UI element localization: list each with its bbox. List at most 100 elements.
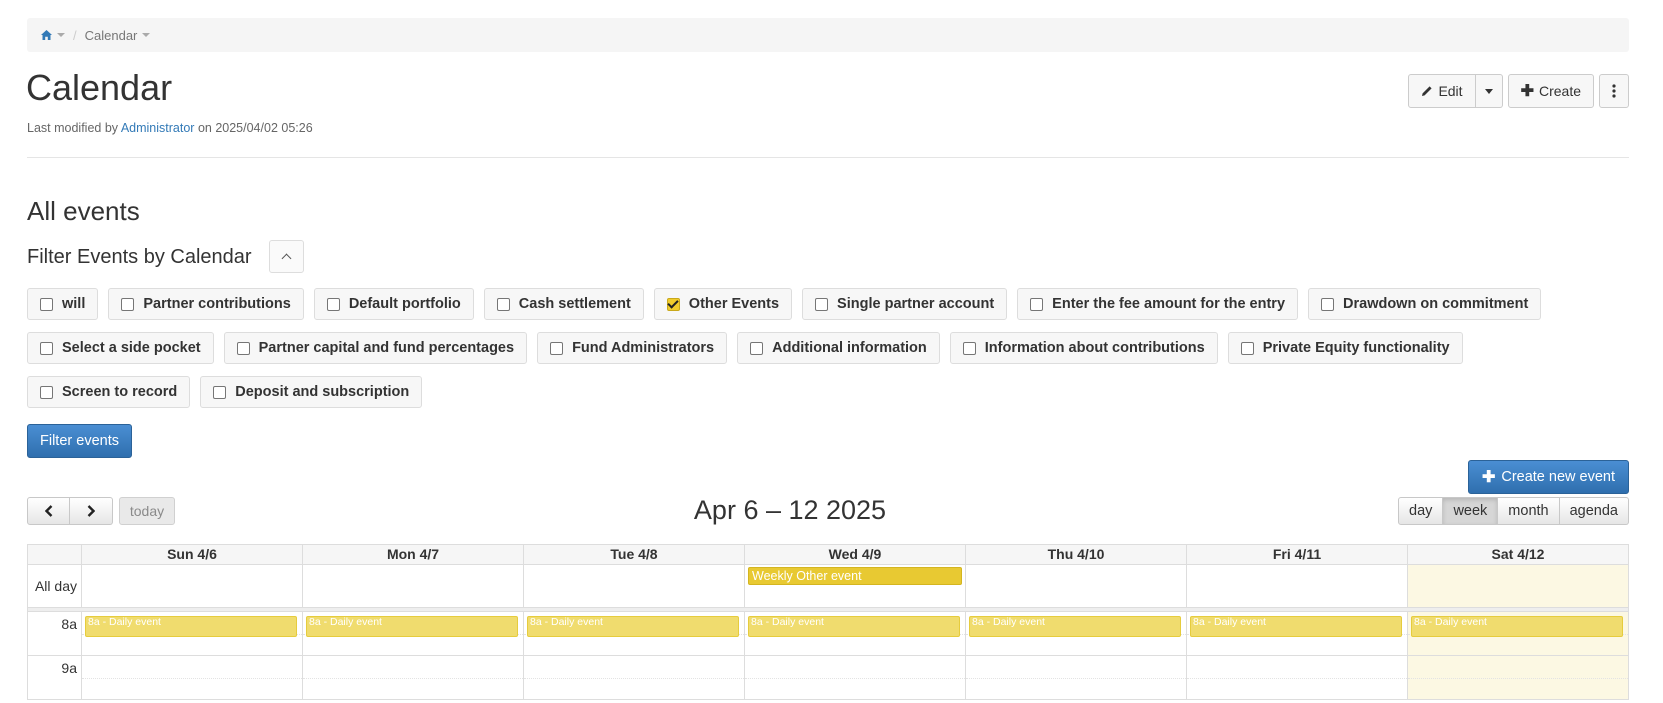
allday-cell[interactable] (1407, 565, 1628, 607)
calendar-filter-option[interactable]: Partner capital and fund percentages (223, 332, 528, 364)
time-slot-cell[interactable]: 8a - Daily event (744, 612, 965, 655)
chevron-down-icon[interactable] (57, 33, 65, 37)
calendar-filter-label: Additional information (772, 340, 927, 356)
daily-event[interactable]: 8a - Daily event (85, 616, 297, 637)
edit-dropdown-toggle[interactable] (1475, 74, 1503, 108)
plus-icon: ✚ (1520, 83, 1534, 100)
calendar-checkbox[interactable] (496, 297, 510, 311)
calendar-checkbox[interactable] (40, 341, 53, 355)
calendar-filter-label: Information about contributions (984, 340, 1205, 356)
allday-cell[interactable] (302, 565, 523, 607)
calendar-filter-option[interactable]: Screen to record (27, 376, 191, 408)
calendar-checkbox[interactable] (1240, 341, 1254, 355)
time-slot-cell[interactable] (81, 656, 302, 699)
time-label: 9a (61, 660, 77, 676)
calendar-checkbox[interactable] (962, 341, 976, 355)
calendar-filter-option[interactable]: Deposit and subscription (200, 376, 423, 408)
time-slot-cell[interactable]: 8a - Daily event (81, 612, 302, 655)
time-slot-cell[interactable]: 8a - Daily event (523, 612, 744, 655)
time-label: 8a (61, 616, 77, 632)
author-link[interactable]: Administrator (121, 121, 195, 135)
calendar-filter-option[interactable]: Additional information (737, 332, 940, 364)
daily-event[interactable]: 8a - Daily event (1411, 616, 1623, 637)
time-slot-cell[interactable]: 8a - Daily event (1407, 612, 1628, 655)
time-slot-cell[interactable] (523, 656, 744, 699)
chevron-down-icon (1484, 88, 1493, 94)
time-slot-cell[interactable] (1407, 656, 1628, 699)
more-actions-button[interactable] (1599, 74, 1629, 108)
calendar-filter-label: will (62, 296, 86, 312)
day-header: Sun 4/6 (81, 545, 302, 564)
calendar-checkbox[interactable] (40, 297, 53, 311)
calendar-filter-label: Other Events (688, 296, 780, 312)
calendar-filter-option[interactable]: Drawdown on commitment (1308, 288, 1542, 320)
calendar-filter-list: will Partner contributions Default portfol… (27, 288, 1637, 420)
time-slot-cell[interactable] (744, 656, 965, 699)
time-slot-cell[interactable]: 8a - Daily event (965, 612, 1186, 655)
more-vertical-icon (1612, 84, 1616, 98)
calendar-filter-option[interactable]: Cash settlement (483, 288, 644, 320)
last-modified: Last modified by Administrator on 2025/0… (27, 121, 313, 135)
calendar-checkbox[interactable] (213, 385, 227, 399)
calendar-header-row: Sun 4/6 Mon 4/7 Tue 4/8 Wed 4/9 Thu 4/10 Fri … (27, 544, 1629, 565)
view-day-button[interactable]: day (1398, 497, 1444, 525)
allday-cell[interactable] (1186, 565, 1407, 607)
allday-cell[interactable] (965, 565, 1186, 607)
calendar-checkbox[interactable] (1321, 297, 1335, 311)
calendar-checkbox[interactable] (550, 341, 564, 355)
calendar-filter-option[interactable]: Default portfolio (313, 288, 474, 320)
day-header: Wed 4/9 (744, 545, 965, 564)
edit-button[interactable]: Edit (1408, 74, 1476, 108)
daily-event[interactable]: 8a - Daily event (748, 616, 960, 637)
time-slot-cell[interactable] (302, 656, 523, 699)
calendar-filter-label: Single partner account (837, 296, 995, 312)
calendar-filter-option[interactable]: Single partner account (802, 288, 1008, 320)
plus-icon: ✚ (1481, 469, 1496, 486)
time-slot-cell[interactable]: 8a - Daily event (302, 612, 523, 655)
create-button[interactable]: ✚ Create (1507, 74, 1594, 108)
calendar-filter-option[interactable]: Private Equity functionality (1227, 332, 1463, 364)
day-header: Tue 4/8 (523, 545, 744, 564)
calendar-filter-option[interactable]: will (27, 288, 99, 320)
allday-event[interactable]: Weekly Other event (748, 567, 962, 585)
daily-event[interactable]: 8a - Daily event (969, 616, 1181, 637)
calendar-filter-label: Screen to record (62, 384, 178, 400)
calendar-checkbox[interactable] (40, 385, 53, 399)
view-month-button[interactable]: month (1498, 497, 1560, 525)
calendar-checkbox[interactable] (121, 297, 135, 311)
calendar-filter-option[interactable]: Other Events (653, 288, 793, 320)
daily-event[interactable]: 8a - Daily event (1190, 616, 1402, 637)
time-slot-row: 8a 8a - Daily event 8a - Daily event 8a - D… (27, 612, 1629, 656)
view-agenda-button[interactable]: agenda (1559, 497, 1629, 525)
calendar-checkbox[interactable] (1030, 297, 1044, 311)
time-slot-cell[interactable] (1186, 656, 1407, 699)
calendar-filter-option[interactable]: Fund Administrators (537, 332, 728, 364)
daily-event[interactable]: 8a - Daily event (527, 616, 739, 637)
create-new-event-button[interactable]: ✚ Create new event (1467, 460, 1629, 494)
allday-cell[interactable]: Weekly Other event (744, 565, 965, 607)
daily-event[interactable]: 8a - Daily event (306, 616, 518, 637)
calendar-checkbox[interactable] (326, 297, 340, 311)
allday-cell[interactable] (81, 565, 302, 607)
breadcrumb: / Calendar (27, 18, 1629, 52)
time-slot-cell[interactable] (965, 656, 1186, 699)
calendar-filter-label: Fund Administrators (572, 340, 715, 356)
calendar-filter-option[interactable]: Partner contributions (108, 288, 304, 320)
filter-events-button[interactable]: Filter events (27, 424, 132, 458)
allday-row: All day Weekly Other event (27, 565, 1629, 608)
calendar-filter-option[interactable]: Select a side pocket (27, 332, 214, 364)
chevron-down-icon[interactable] (142, 33, 151, 37)
calendar-checkbox[interactable] (236, 341, 250, 355)
calendar-checkbox[interactable] (750, 341, 764, 355)
calendar-filter-option[interactable]: Information about contributions (949, 332, 1218, 364)
view-week-button[interactable]: week (1443, 497, 1499, 525)
collapse-filter-button[interactable] (269, 240, 304, 273)
time-slot-cell[interactable]: 8a - Daily event (1186, 612, 1407, 655)
home-icon[interactable] (41, 30, 52, 40)
calendar-checkbox[interactable] (815, 297, 829, 311)
calendar-filter-option[interactable]: Enter the fee amount for the entry (1017, 288, 1299, 320)
allday-cell[interactable] (523, 565, 744, 607)
breadcrumb-current[interactable]: Calendar (85, 28, 138, 43)
calendar-filter-label: Enter the fee amount for the entry (1052, 296, 1286, 312)
calendar-checkbox[interactable] (666, 297, 680, 311)
